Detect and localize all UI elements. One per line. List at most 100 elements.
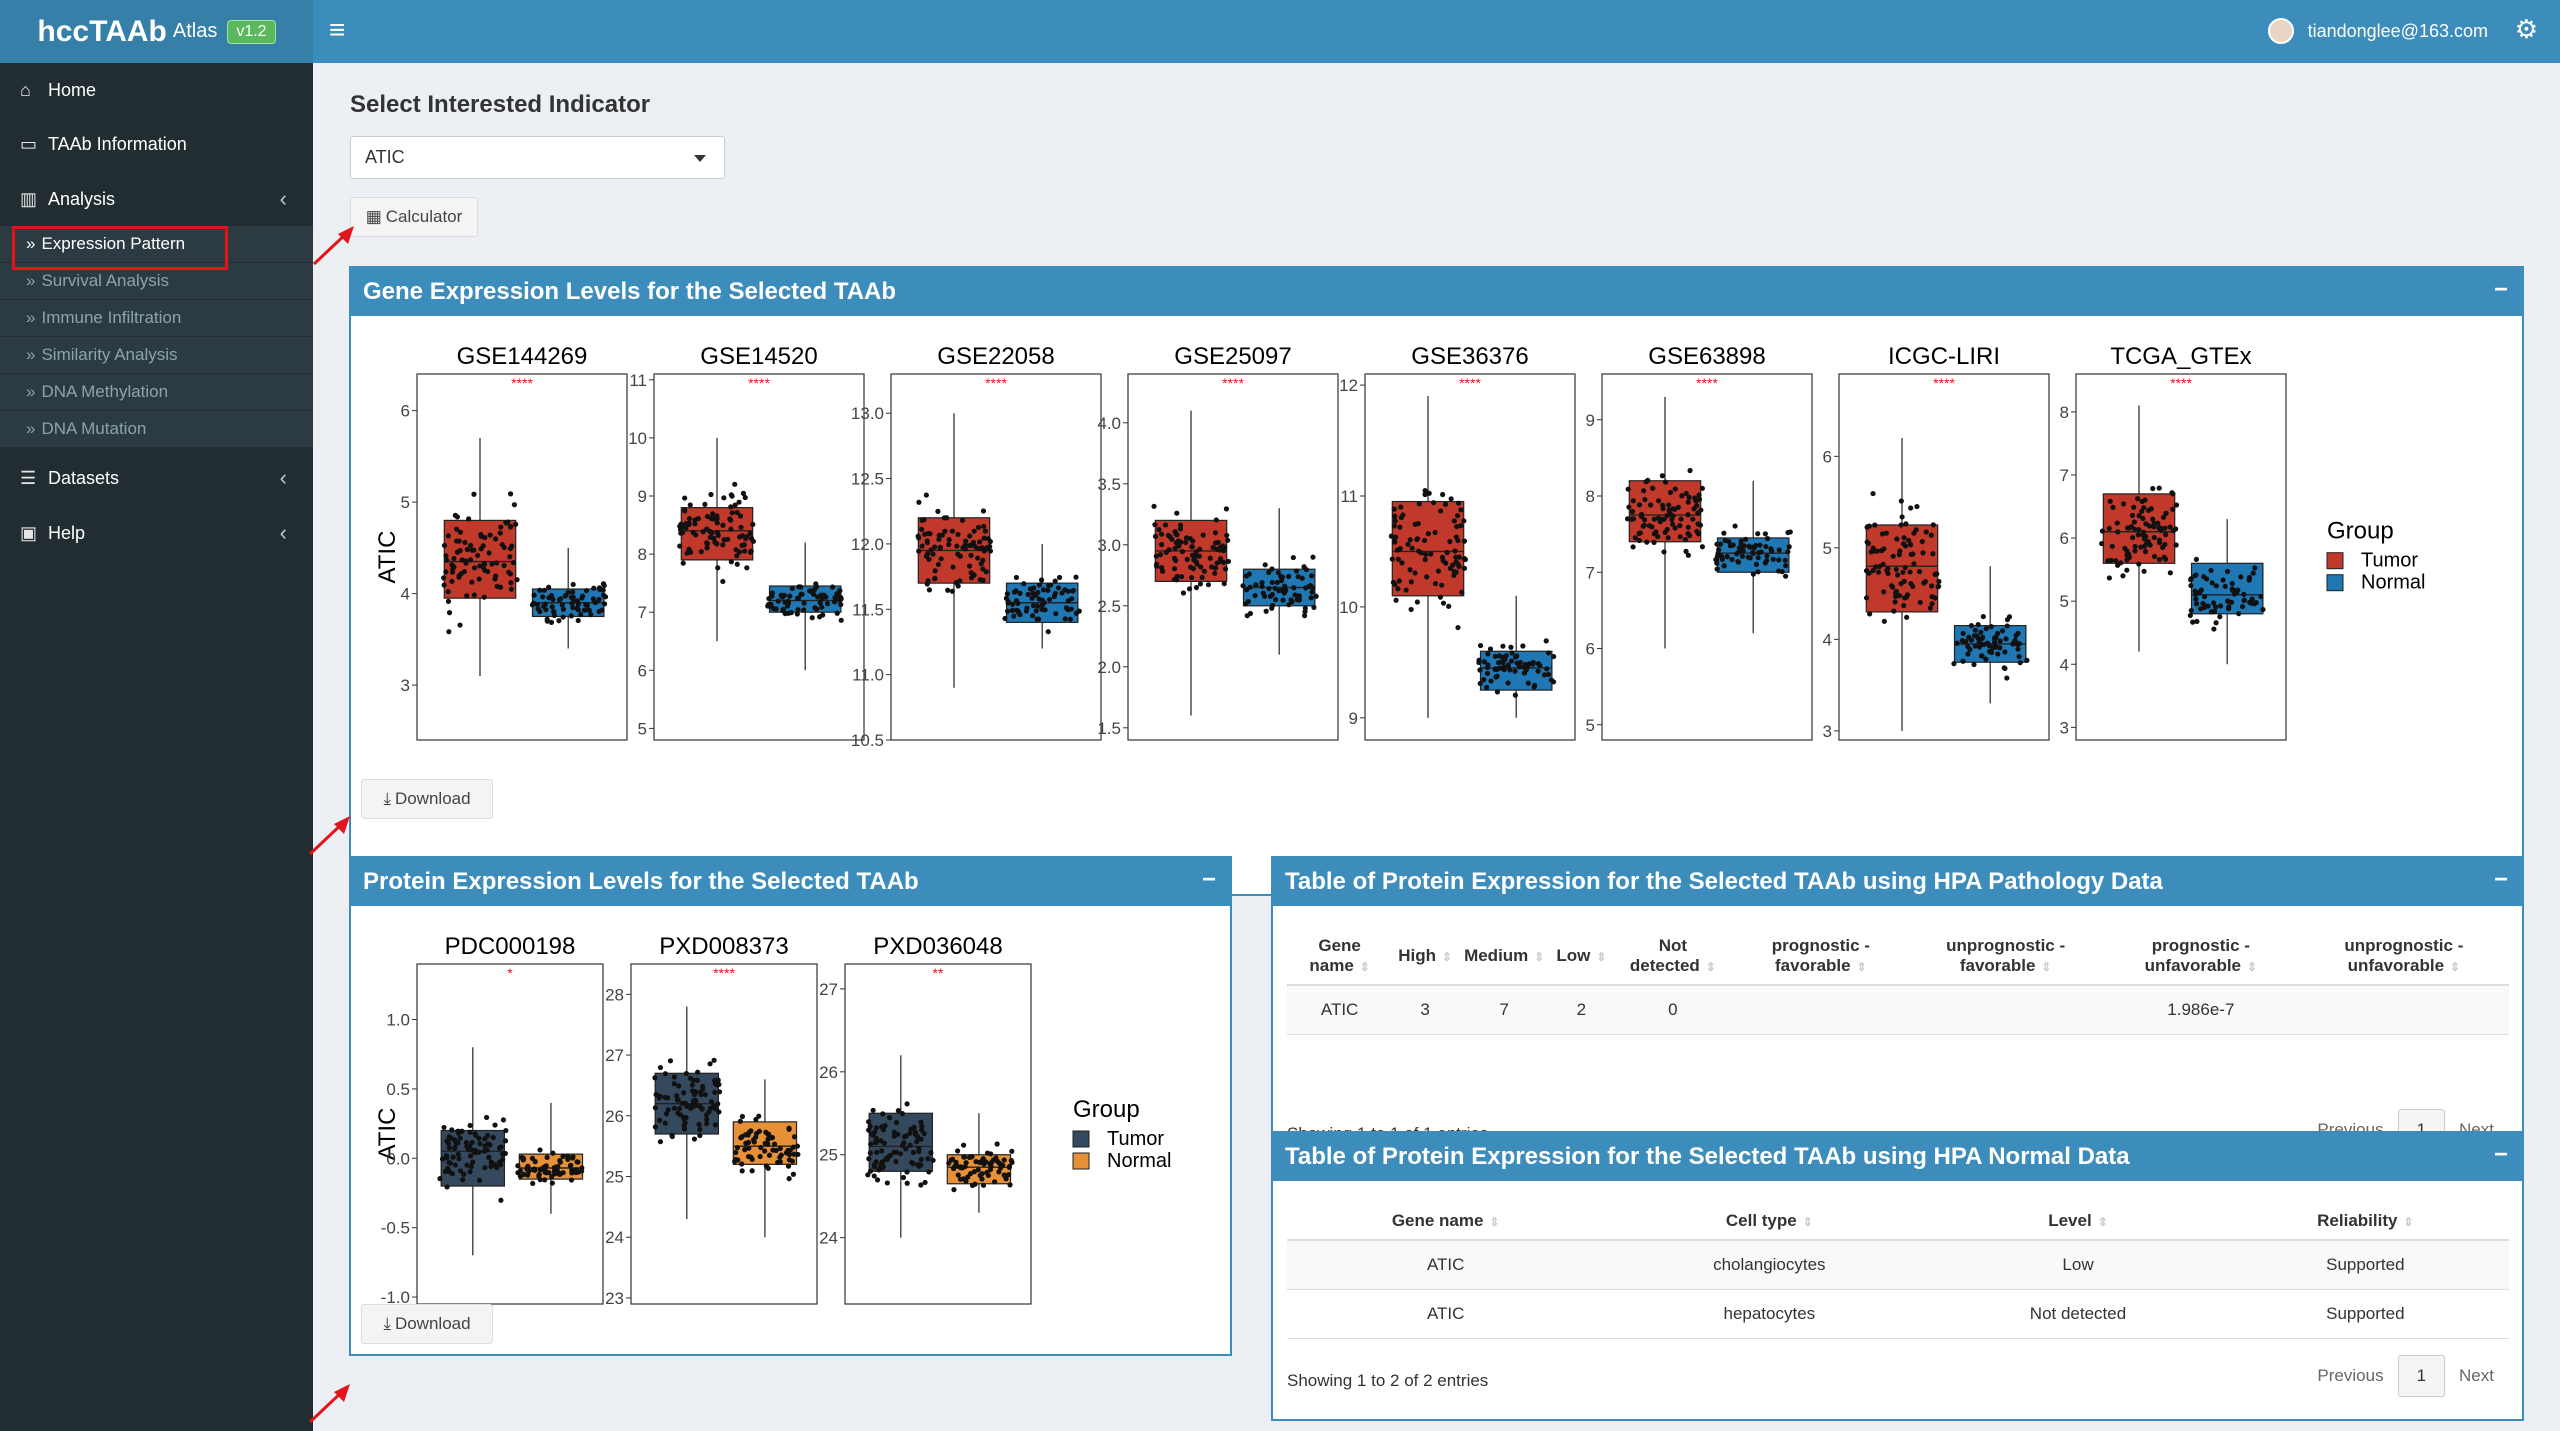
data-point [469,579,475,585]
column-header[interactable]: Low ⇕ [1550,928,1613,986]
data-point [457,622,463,628]
column-header[interactable]: Medium ⇕ [1458,928,1551,986]
data-point [1895,572,1901,578]
column-header[interactable]: unprognostic - unfavorable ⇕ [2298,928,2509,986]
data-point [1025,591,1031,598]
column-header[interactable]: Not detected ⇕ [1612,928,1734,986]
column-header[interactable]: Gene name ⇕ [1287,1203,1605,1241]
sidebar-item-home[interactable]: ⌂ Home [0,63,313,117]
data-point [443,553,449,559]
data-point [1685,512,1691,518]
data-point [992,1179,998,1185]
previous-button[interactable]: Previous [2303,1358,2397,1394]
data-point [720,542,726,548]
column-header[interactable]: prognostic - favorable ⇕ [1733,928,1909,986]
data-point [1893,566,1899,573]
data-point [1651,531,1657,537]
data-point [1663,479,1669,485]
sidebar-item-help[interactable]: ▣ Help ‹ [0,506,313,560]
data-point [1686,532,1693,539]
y-tick-label: 2.0 [1097,658,1121,677]
data-point [954,543,960,549]
data-point [2157,540,2163,546]
column-header[interactable]: Cell type ⇕ [1604,1203,1935,1241]
sidebar-sub-methylation[interactable]: » DNA Methylation [0,374,313,410]
column-header[interactable]: Level ⇕ [1934,1203,2222,1241]
normal-pagination: Previous 1 Next [2303,1355,2508,1397]
data-point [1213,565,1219,571]
data-point [537,1147,543,1153]
data-point [1156,526,1162,533]
sidebar-sub-immune[interactable]: » Immune Infiltration [0,300,313,336]
data-point [887,1115,893,1121]
data-point [721,495,727,501]
minimize-icon[interactable]: − [2494,866,2508,894]
next-button[interactable]: Next [2445,1358,2508,1394]
data-point [1665,535,1671,541]
data-point [1398,504,1404,510]
data-point [1648,502,1654,508]
data-point [1462,556,1468,563]
data-point [2226,604,2232,610]
sidebar-item-taab-info[interactable]: ▭ TAAb Information [0,117,313,171]
data-point [1001,1172,1007,1178]
data-point [2017,660,2023,666]
significance-label: **** [748,375,770,391]
data-point [1667,489,1674,496]
minimize-icon[interactable]: − [1202,866,1216,894]
double-chevron-icon: » [26,345,36,364]
column-header[interactable]: High ⇕ [1392,928,1459,986]
calculator-icon: ▦ [365,207,382,226]
menu-toggle-icon[interactable]: ≡ [329,14,345,46]
column-header[interactable]: unprognostic - favorable ⇕ [1908,928,2103,986]
data-point [1724,554,1730,560]
brand-logo[interactable]: hccTAAb Atlas v1.2 [0,0,313,63]
data-point [932,544,938,550]
gene-download-button[interactable]: ⤓ Download [361,779,493,819]
sidebar-item-datasets[interactable]: ☰ Datasets ‹ [0,451,313,505]
data-point [2198,587,2204,593]
data-point [1476,657,1482,663]
panel-title: GSE14520 [700,343,817,370]
user-menu[interactable]: tiandonglee@163.com [2267,18,2488,44]
data-point [478,546,484,552]
data-point [481,594,487,600]
sidebar-item-analysis[interactable]: ▥ Analysis ‹ [0,172,313,226]
data-point [2122,545,2128,551]
data-point [1438,508,1444,514]
data-point [1200,532,1206,538]
data-point [1076,608,1082,614]
minimize-icon[interactable]: − [2494,1141,2508,1169]
data-point [966,563,973,569]
gear-icon[interactable]: ⚙ [2515,14,2538,45]
data-point [987,548,994,554]
data-point [684,550,690,556]
data-point [742,1132,749,1138]
column-header-label: High [1398,946,1436,965]
sidebar-sub-label: DNA Mutation [41,419,147,438]
page-button[interactable]: 1 [2397,1355,2446,1397]
y-axis-label: ATIC [374,531,401,584]
sidebar-sub-mutation[interactable]: » DNA Mutation [0,411,313,447]
column-header[interactable]: Gene name ⇕ [1287,928,1393,986]
indicator-select[interactable]: ATIC [350,136,725,179]
data-point [1983,656,1989,662]
data-point [975,524,982,530]
y-tick-label: 11 [1340,487,1358,506]
data-point [2228,599,2235,605]
legend-swatch [1072,1130,1090,1148]
gene-expression-box: Gene Expression Levels for the Selected … [349,266,2524,896]
column-header[interactable]: prognostic - unfavorable ⇕ [2102,928,2299,986]
sidebar-sub-similarity[interactable]: » Similarity Analysis [0,337,313,373]
column-header[interactable]: Reliability ⇕ [2221,1203,2509,1241]
protein-download-button[interactable]: ⤓ Download [361,1304,493,1344]
data-point [441,582,447,588]
data-point [665,1107,671,1113]
data-point [1198,564,1204,570]
sidebar-sub-label: Immune Infiltration [41,308,182,327]
data-point [737,1118,743,1124]
minimize-icon[interactable]: − [2494,276,2508,304]
y-tick-label: 6 [2060,529,2069,548]
calculator-button[interactable]: ▦ Calculator [350,197,478,237]
y-tick-label: 5 [638,719,647,738]
